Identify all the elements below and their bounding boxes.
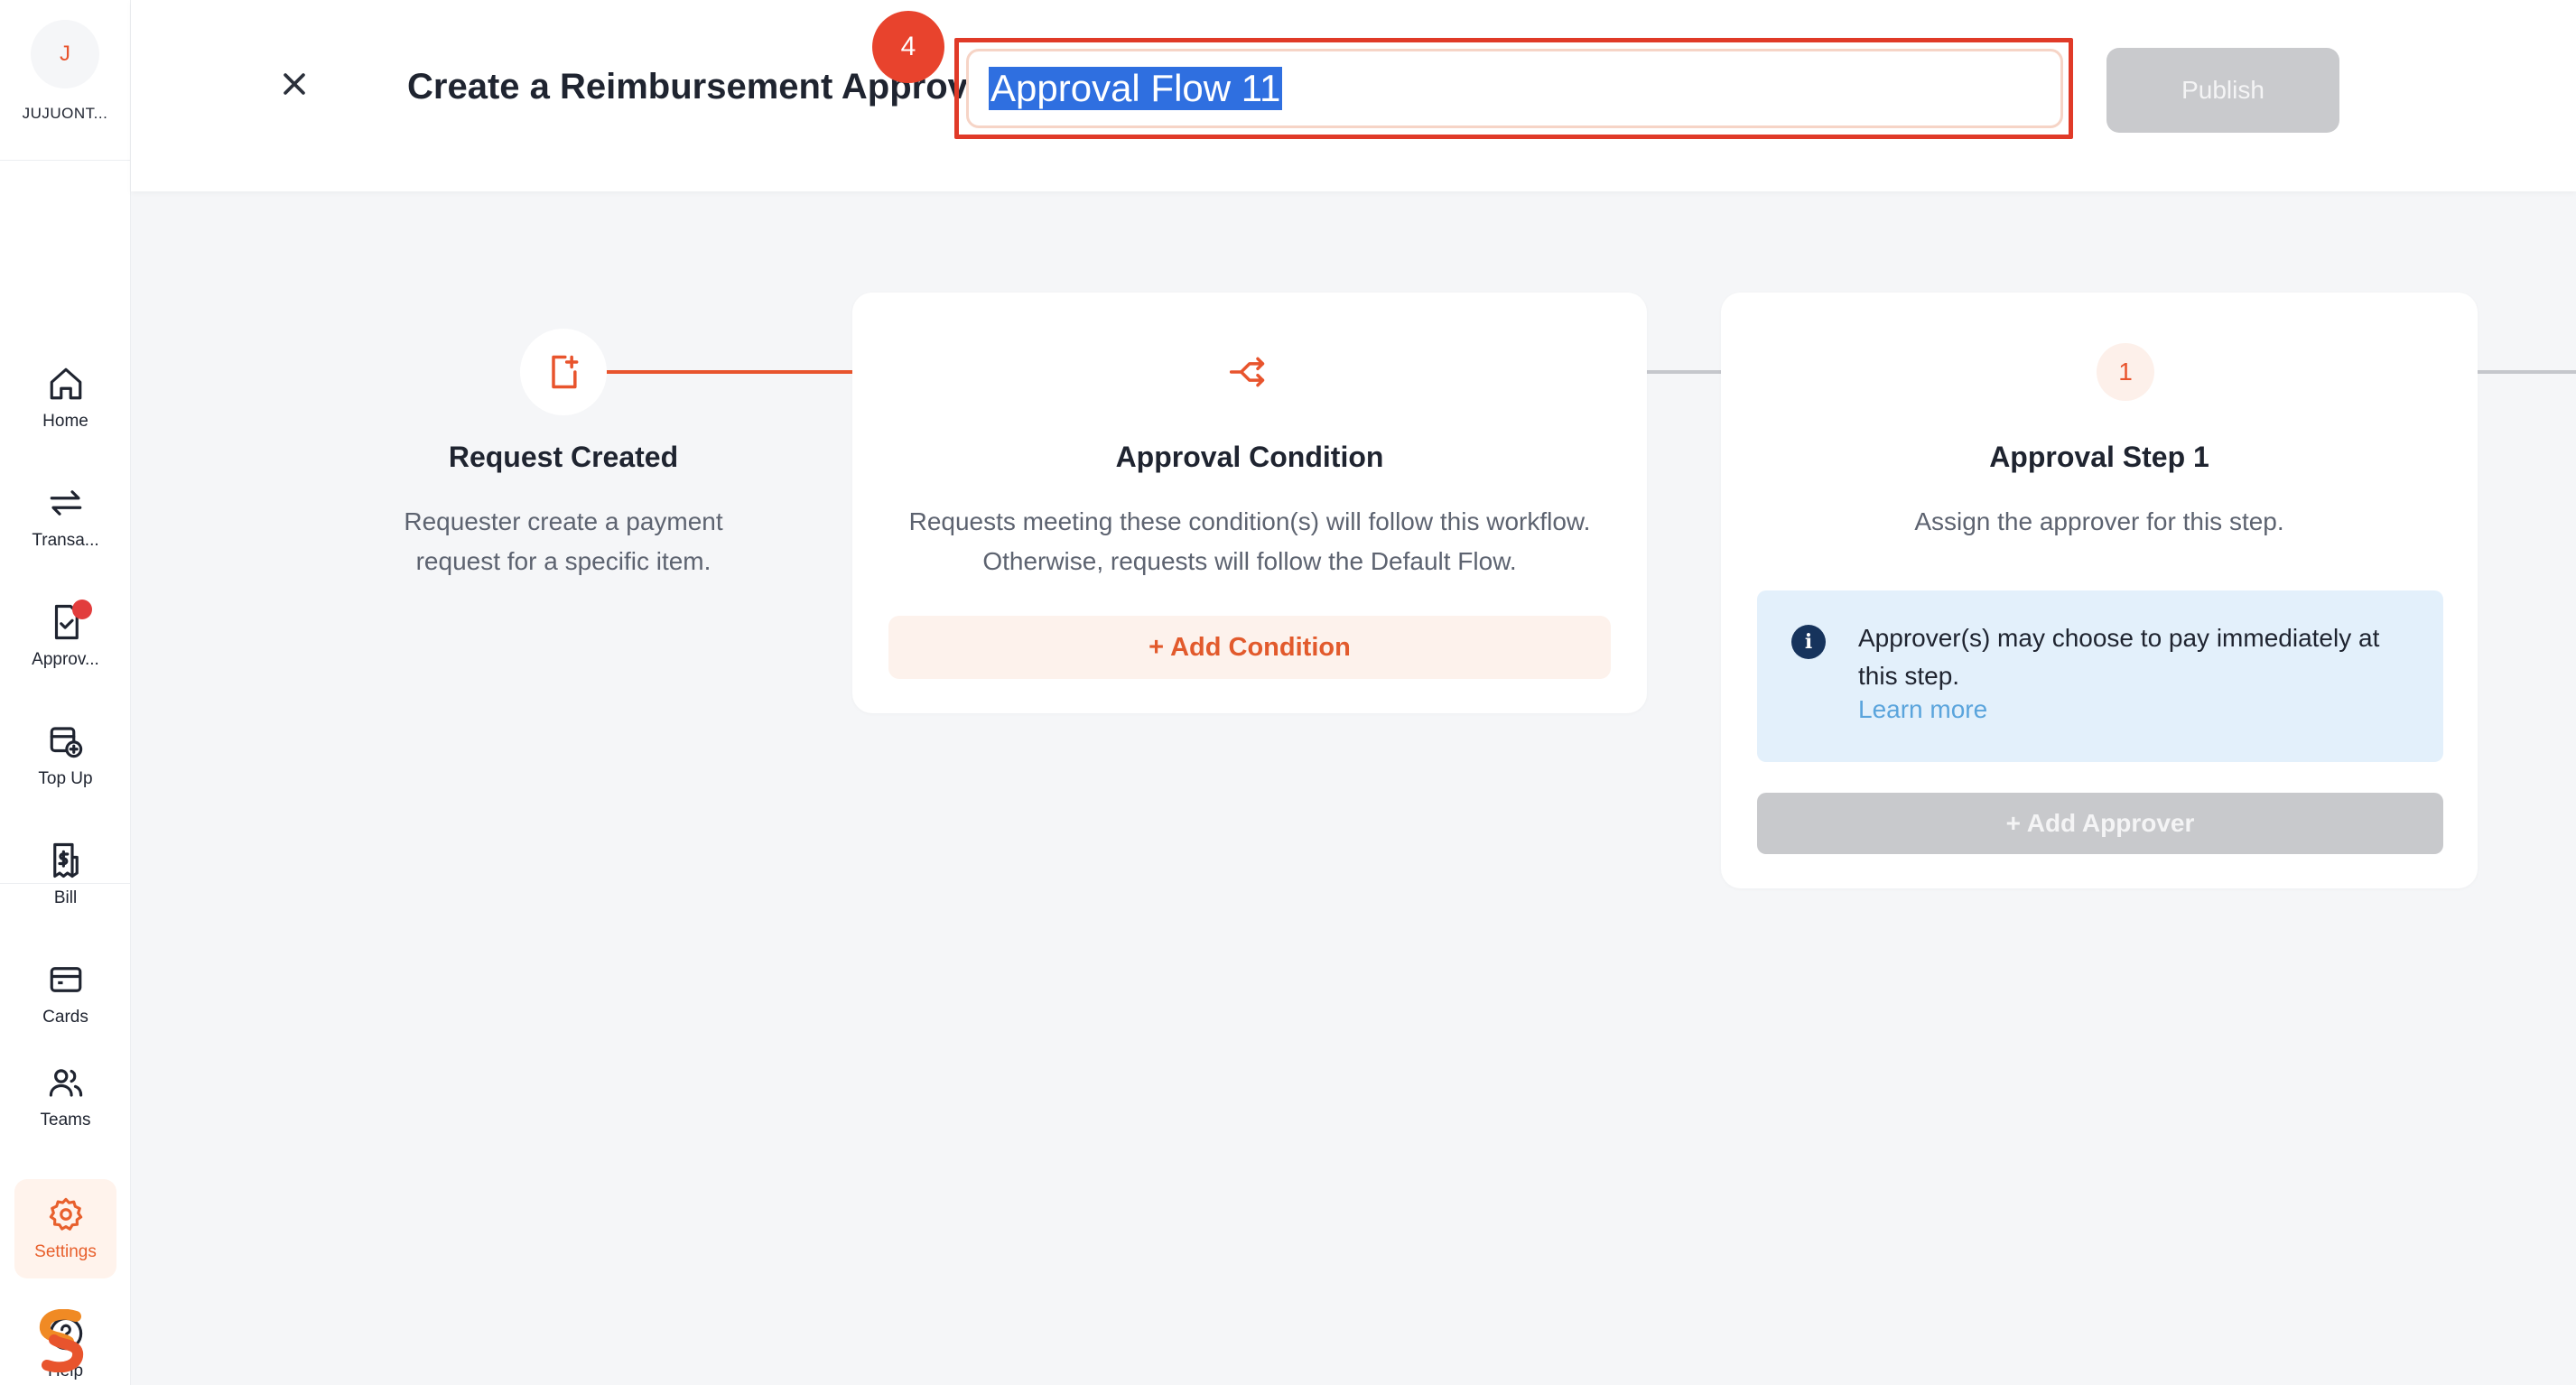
sidebar-item-label: Home	[42, 412, 88, 431]
company-switcher[interactable]: J JUJUONT...	[0, 0, 130, 161]
approval-condition-card: Approval Condition Requests meeting thes…	[852, 293, 1647, 713]
company-avatar[interactable]: J	[31, 20, 99, 88]
sidebar-item-label: Teams	[40, 1111, 91, 1129]
close-button[interactable]	[274, 63, 315, 105]
sidebar: J JUJUONT... Home Transa... Approv... To…	[0, 0, 131, 1385]
approval-condition-description: Requests meeting these condition(s) will…	[908, 507, 1591, 575]
sidebar-item-label: Bill	[53, 888, 78, 907]
sidebar-item-label: Cards	[42, 1008, 88, 1027]
company-name: JUJUONT...	[22, 105, 108, 122]
sidebar-item-transactions[interactable]: Transa...	[14, 468, 116, 567]
sidebar-item-label: Approv...	[32, 650, 99, 669]
close-icon	[284, 73, 305, 95]
branch-arrows-icon	[1229, 357, 1265, 387]
flow-name-input[interactable]: Approval Flow 11	[966, 49, 2063, 128]
transfer-arrows-icon	[50, 490, 81, 516]
approval-step-card: 1 Approval Step 1 Assign the approver fo…	[1721, 293, 2478, 888]
sidebar-item-top-up[interactable]: Top Up	[14, 706, 116, 805]
sidebar-divider	[0, 883, 131, 884]
sidebar-item-label: Top Up	[38, 769, 93, 788]
request-created-title: Request Created	[448, 441, 679, 473]
request-created-description: Requester create a payment request for a…	[404, 507, 723, 575]
sidebar-item-bill[interactable]: Bill	[14, 825, 116, 925]
notification-dot	[72, 600, 92, 619]
info-icon: i	[1791, 625, 1826, 659]
request-created-circle	[520, 329, 607, 415]
sidebar-item-label: Settings	[34, 1242, 97, 1261]
sidebar-item-home[interactable]: Home	[14, 349, 116, 448]
sidebar-item-cards[interactable]: Cards	[14, 944, 116, 1044]
document-plus-icon	[552, 355, 579, 389]
learn-more-link[interactable]: Learn more	[1858, 695, 1987, 724]
approval-step-title: Approval Step 1	[1989, 441, 2209, 473]
sidebar-item-label: Transa...	[32, 531, 99, 550]
add-approver-button[interactable]: + Add Approver	[1757, 793, 2443, 854]
home-icon	[50, 367, 81, 400]
approval-step-description: Assign the approver for this step.	[1914, 507, 2284, 535]
flow-connector-active	[607, 370, 852, 374]
publish-button[interactable]: Publish	[2106, 48, 2339, 133]
users-icon	[49, 1069, 82, 1097]
gear-icon	[49, 1197, 82, 1231]
info-text: Approver(s) may choose to pay immediatel…	[1858, 624, 2380, 690]
flow-name-value[interactable]: Approval Flow 11	[989, 67, 1283, 110]
add-condition-button[interactable]: + Add Condition	[888, 616, 1611, 679]
wallet-plus-icon	[50, 727, 82, 758]
flow-connector	[2478, 370, 2576, 374]
sidebar-item-approvals[interactable]: Approv...	[14, 587, 116, 686]
pay-immediately-info: i Approver(s) may choose to pay immediat…	[1757, 590, 2443, 762]
sidebar-item-teams[interactable]: Teams	[14, 1047, 116, 1147]
card-icon	[50, 967, 81, 992]
approval-step-number: 1	[2097, 343, 2154, 401]
flow-connector	[1647, 370, 1721, 374]
sidebar-item-settings[interactable]: Settings	[14, 1179, 116, 1278]
bill-dollar-icon	[52, 842, 79, 878]
approval-condition-title: Approval Condition	[1115, 441, 1384, 473]
brand-logo	[39, 1309, 84, 1372]
step-number-badge: 4	[872, 11, 944, 83]
